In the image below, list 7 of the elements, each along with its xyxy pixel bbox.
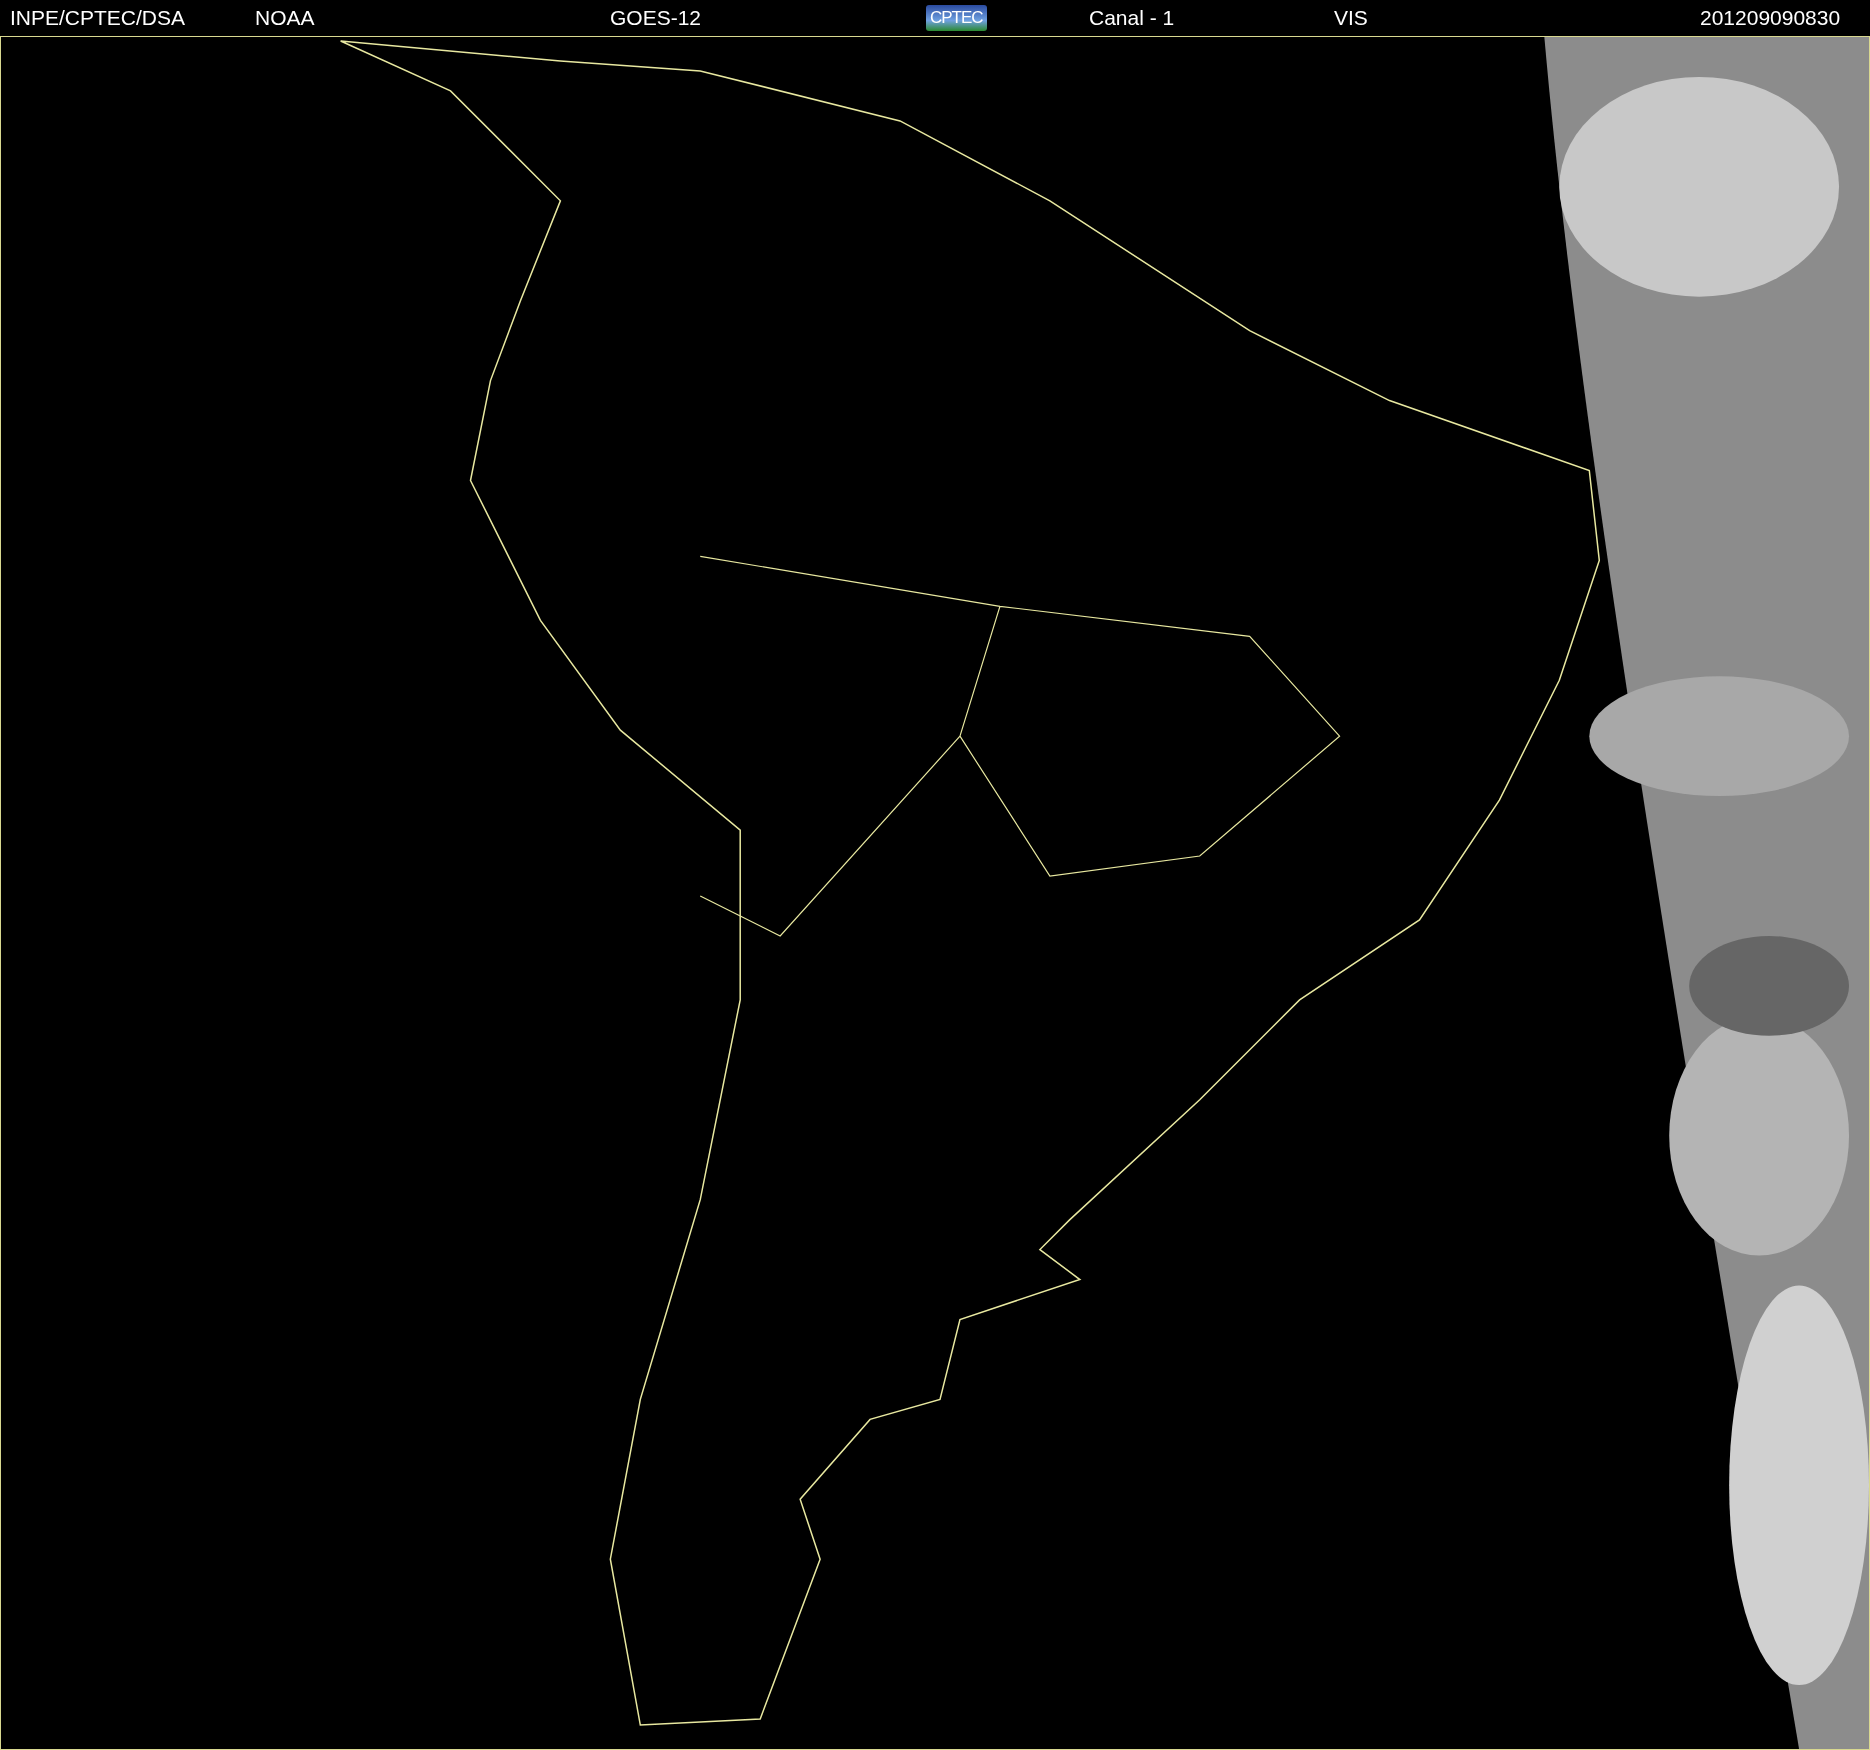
header-label: GOES-12: [610, 6, 702, 30]
header-label: VIS: [1334, 6, 1368, 30]
header-label: 201209090830: [1700, 6, 1841, 30]
logo: CPTEC: [926, 5, 987, 31]
header-label: INPE/CPTEC/DSA: [10, 6, 186, 30]
header-label: Canal - 1: [1089, 6, 1175, 30]
header-label: NOAA: [255, 6, 315, 30]
